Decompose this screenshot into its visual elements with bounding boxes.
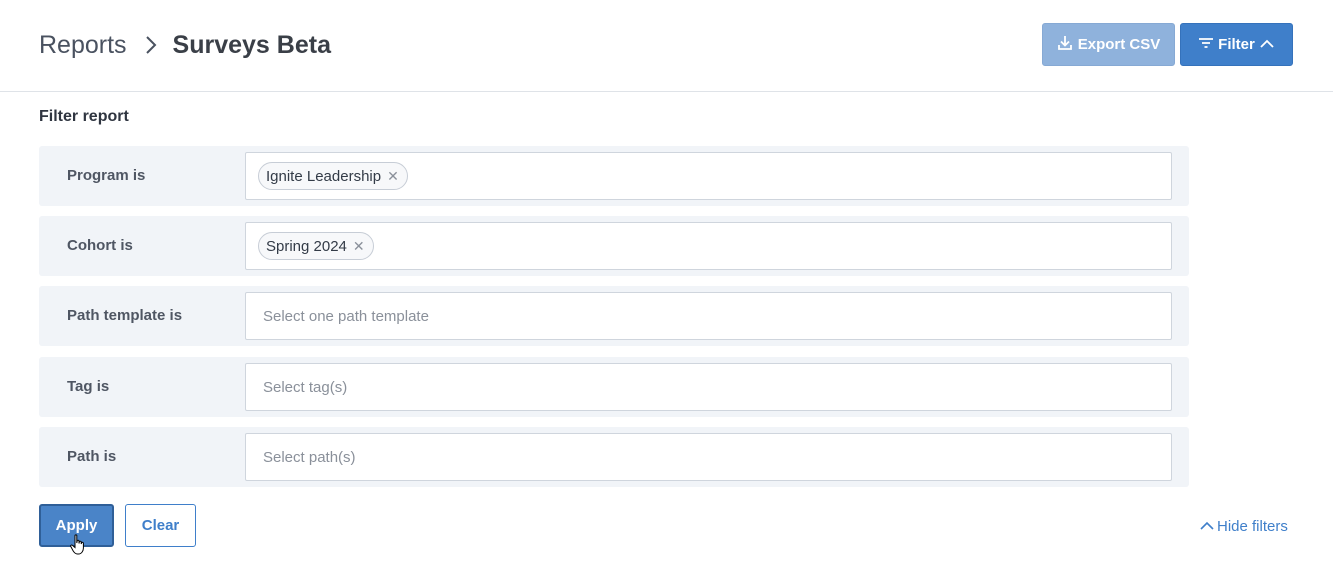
filter-report-title: Filter report [39, 108, 129, 125]
export-csv-button[interactable]: Export CSV [1042, 23, 1175, 66]
tag-label: Ignite Leadership [266, 167, 382, 185]
cohort-select[interactable]: Spring 2024 ✕ [245, 222, 1172, 270]
path-template-select[interactable]: Select one path template [245, 292, 1172, 340]
filter-label-program: Program is [67, 167, 146, 184]
filter-label-tag: Tag is [67, 378, 110, 395]
path-placeholder: Select path(s) [263, 448, 356, 466]
breadcrumb-reports-link[interactable]: Reports [39, 31, 127, 60]
hide-filters-label: Hide filters [1217, 517, 1288, 535]
close-icon[interactable]: ✕ [353, 238, 365, 255]
filter-label-cohort: Cohort is [67, 237, 133, 254]
filter-row-program: Program is Ignite Leadership ✕ [39, 146, 1189, 206]
export-csv-label: Export CSV [1077, 36, 1161, 53]
filter-icon [1199, 36, 1214, 53]
close-icon[interactable]: ✕ [387, 168, 399, 185]
filter-label-path: Path is [67, 448, 117, 465]
download-icon [1057, 35, 1073, 55]
breadcrumb: Reports Surveys Beta [39, 28, 331, 62]
filter-label: Filter [1218, 36, 1255, 53]
filter-toggle-button[interactable]: Filter [1180, 23, 1293, 66]
filter-row-path: Path is Select path(s) [39, 427, 1189, 487]
filter-label-path-template: Path template is [67, 307, 183, 324]
page-title: Surveys Beta [172, 30, 331, 59]
filter-row-tag: Tag is Select tag(s) [39, 357, 1189, 417]
page-header: Reports Surveys Beta Export CSV Filter [0, 0, 1333, 92]
chevron-right-icon [145, 36, 157, 54]
selected-tag-cohort: Spring 2024 ✕ [258, 232, 374, 260]
clear-button[interactable]: Clear [125, 504, 196, 547]
selected-tag-program: Ignite Leadership ✕ [258, 162, 408, 190]
filter-row-path-template: Path template is Select one path templat… [39, 286, 1189, 346]
tag-select[interactable]: Select tag(s) [245, 363, 1172, 411]
tag-label: Spring 2024 [266, 237, 347, 255]
program-select[interactable]: Ignite Leadership ✕ [245, 152, 1172, 200]
chevron-up-icon [1200, 518, 1214, 535]
hand-pointer-cursor-icon [70, 534, 84, 555]
hide-filters-link[interactable]: Hide filters [1200, 516, 1288, 536]
path-select[interactable]: Select path(s) [245, 433, 1172, 481]
tag-placeholder: Select tag(s) [263, 378, 348, 396]
filter-row-cohort: Cohort is Spring 2024 ✕ [39, 216, 1189, 276]
chevron-up-icon [1260, 36, 1274, 53]
path-template-placeholder: Select one path template [263, 307, 429, 325]
